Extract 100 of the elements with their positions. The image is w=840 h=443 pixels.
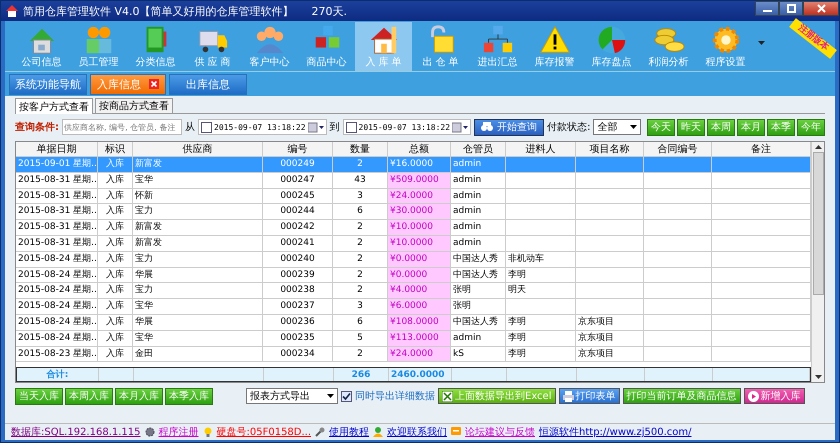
column-header[interactable]: 仓管员 [451,142,506,156]
table-cell: admin [451,330,506,346]
date-field[interactable]: 2015-09-07 13:18:22 [198,119,327,135]
action-button[interactable]: 打印表单 [558,388,620,404]
close-button[interactable] [803,1,839,16]
table-row[interactable]: 2015-08-24 星期... 入库 宝华 000237 3 ¥6.0000 张明 [16,299,811,315]
minimize-button[interactable] [755,1,779,16]
table-cell: 2015-08-24 星期... [16,299,98,314]
search-button[interactable]: 开始查询 [474,118,544,136]
table-cell: ¥0.0000 [388,268,451,282]
ribbon-badge: 注册版本 [789,18,837,59]
search-field[interactable]: 供应商名称, 编号, 仓管员, 备注 [62,119,182,135]
table-row[interactable]: 2015-08-31 星期... 入库 新富发 000241 2 ¥10.0000 admin [16,236,811,252]
export-dropdown[interactable]: 报表方式导出 [246,388,338,404]
toolbar-button[interactable]: 利润分析 [640,22,697,71]
toolbar-button[interactable]: 进出汇总 [469,22,526,71]
column-header[interactable]: 编号 [263,142,333,156]
column-header[interactable]: 总额 [388,142,451,156]
table-cell: 张明 [451,299,506,314]
period-button[interactable]: 昨天 [677,118,705,136]
toolbar-button[interactable]: 商品中心 [298,22,355,71]
period-button[interactable]: 今年 [797,118,825,136]
checkbox[interactable] [341,390,352,402]
column-header[interactable]: 单据日期 [16,142,98,156]
table-cell: 京东项目 [576,314,644,330]
view-tab[interactable]: 按客户方式查看 [15,98,93,114]
table-cell: 入库 [98,299,133,314]
table-cell: admin [451,188,506,204]
toolbar-button[interactable]: 出 仓 单 [412,22,469,71]
table-cell: ¥4.0000 [388,283,451,298]
column-header[interactable]: 进料人 [506,142,576,156]
scroll-thumb[interactable] [812,152,824,295]
status-link[interactable]: 硬盘号:05F0158D... [216,425,312,439]
toolbar-button[interactable]: 供 应 商 [184,22,241,71]
scrollbar[interactable] [811,142,824,382]
maximize-button[interactable] [779,1,803,16]
status-link[interactable]: 论坛建议与反馈 [465,425,536,439]
table-cell: ¥6.0000 [388,299,451,314]
table-cell: 明天 [506,283,576,298]
table-row[interactable]: 2015-08-24 星期... 入库 宝华 000235 5 ¥113.0000 admin 李明 京东项目 [16,330,811,347]
action-button[interactable]: 新增入库 [744,388,804,404]
table-cell: 2015-08-31 星期... [16,236,98,251]
toolbar-button[interactable]: 分类信息 [127,22,184,71]
status-link[interactable]: 欢迎联系我们 [387,425,448,439]
column-header[interactable]: 标识 [98,142,133,156]
tab[interactable]: 出库信息 [169,74,247,94]
period-button[interactable]: 本周 [707,118,735,136]
view-tab[interactable]: 按商品方式查看 [95,98,173,113]
table-cell: 入库 [98,330,133,346]
column-header[interactable]: 合同编号 [644,142,712,156]
table-cell: admin [451,204,506,220]
toolbar-button[interactable]: 公司信息 [13,22,70,71]
filter-button[interactable]: 本周入库 [65,388,113,404]
table-row[interactable]: 2015-08-31 星期... 入库 怀新 000245 3 ¥24.0000 admin [16,188,811,204]
column-header[interactable]: 供应商 [133,142,263,156]
pie-chart-icon [596,24,628,56]
toolbar-button[interactable]: 程序设置 [697,22,754,71]
table-cell: ¥24.0000 [388,188,451,204]
table-row[interactable]: 2015-08-31 星期... 入库 宝华 000247 43 ¥509.0000 admin [16,172,811,189]
column-header[interactable]: 数量 [333,142,388,156]
column-header[interactable]: 项目名称 [576,142,644,156]
table-cell: 2015-08-31 星期... [16,204,98,220]
filter-button[interactable]: 本季入库 [165,388,213,404]
checkbox-label: 同时导出详细数据 [355,390,435,403]
period-button[interactable]: 今天 [647,118,675,136]
toolbar-button[interactable]: 员工管理 [70,22,127,71]
table-cell: 2 [333,157,388,172]
table-row[interactable]: 2015-08-31 星期... 入库 新富发 000242 2 ¥10.0000 admin [16,220,811,236]
period-button[interactable]: 本月 [737,118,765,136]
checkbox[interactable] [346,122,357,132]
payment-dropdown[interactable]: 全部 [593,119,641,135]
table-row[interactable]: 2015-08-23 星期... 入库 金田 000234 2 ¥24.0000 kS 李明 京东项目 [16,346,811,362]
table-cell: ¥16.0000 [388,157,451,172]
filter-button[interactable]: 当天入库 [15,388,63,404]
toolbar-button[interactable]: 库存报警 [526,22,583,71]
table-row[interactable]: 2015-08-24 星期... 入库 华展 000236 6 ¥108.0000 中国达人秀 李明 京东项目 [16,314,811,331]
status-link[interactable]: 使用教程 [329,425,370,439]
table-row[interactable]: 2015-08-31 星期... 入库 宝力 000244 6 ¥30.0000 admin [16,204,811,220]
table-cell: admin [451,236,506,251]
table-cell: 000238 [263,283,333,298]
table-row[interactable]: 2015-09-01 星期... 入库 新富发 000249 2 ¥16.0000 admin [16,157,811,173]
tab[interactable]: 入库信息 [90,74,166,94]
status-link[interactable]: 恒源软件http://www.zj500.com/ [539,425,692,439]
date-field[interactable]: 2015-09-07 13:18:22 [342,119,472,135]
table-cell: 李明 [506,346,576,362]
tab[interactable]: 系统功能导航 [9,74,87,94]
table-row[interactable]: 2015-08-24 星期... 入库 宝力 000240 2 ¥0.0000 中国达人秀 非机动车 [16,252,811,268]
total-cell: 2460.0000 [389,368,452,381]
period-button[interactable]: 本季 [767,118,795,136]
table-cell: 金田 [133,346,263,362]
filter-button[interactable]: 本月入库 [115,388,163,404]
table-row[interactable]: 2015-08-24 星期... 入库 华展 000239 2 ¥0.0000 中国达人秀 李明 [16,268,811,284]
status-link[interactable]: 数据库:SQL.192.168.1.115 [11,425,140,439]
toolbar-button[interactable]: 客户中心 [241,22,298,71]
checkbox[interactable] [201,122,212,132]
status-link[interactable]: 程序注册 [158,425,198,439]
table-row[interactable]: 2015-08-24 星期... 入库 宝力 000238 2 ¥4.0000 张明 明天 [16,283,811,300]
toolbar-button[interactable]: 库存盘点 [583,22,640,71]
table-cell: 张明 [451,283,506,298]
action-button[interactable]: 打印当前订单及商品信息 [622,388,740,404]
